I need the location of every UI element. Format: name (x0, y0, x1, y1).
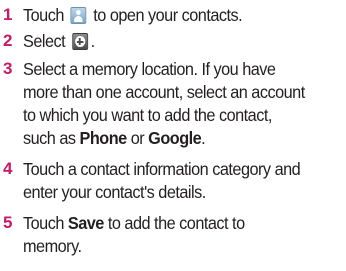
save-label: Save (67, 213, 104, 233)
step-number: 1 (3, 5, 13, 24)
step-5-line-2: memory. (23, 236, 82, 256)
step-2-text-before: Select (23, 31, 70, 51)
step-text: Select . (23, 30, 321, 53)
step-3-line-1: Select a memory location. If you have (23, 59, 276, 79)
step-5-text-after: to add the contact to (107, 213, 245, 233)
add-icon (71, 33, 88, 50)
step-3-line-3: to which you want to add the contact, (23, 105, 272, 125)
step-text: Select a memory location. If you have mo… (23, 58, 321, 150)
phone-option: Phone (79, 128, 128, 148)
step-text: Touch to open your contacts. (23, 4, 321, 27)
step-number: 4 (3, 159, 13, 178)
step-4-line-2: enter your contact's details. (23, 182, 206, 202)
step-2-text-after: . (90, 31, 96, 51)
step-5-text-before: Touch (23, 213, 64, 233)
step-1-text-before: Touch (23, 5, 68, 25)
step-text: Touch a contact information category and… (23, 158, 321, 204)
step-5-line-1: Touch Save to add the contact to (23, 212, 321, 235)
step-number: 3 (3, 59, 13, 78)
step-1-text-after: to open your contacts. (89, 5, 243, 25)
step-4-line-1: Touch a contact information category and (23, 159, 301, 179)
step-3-line-4-before: such as (23, 128, 76, 148)
step-number: 5 (3, 213, 13, 232)
contacts-icon (70, 7, 87, 24)
step-3-line-2: more than one account, select an account (23, 82, 305, 102)
step-number: 2 (3, 31, 13, 50)
step-3-line-4-after: . (201, 128, 206, 148)
step-3-line-4-mid: or (130, 128, 145, 148)
step-3-line-4: such as Phone or Google. (23, 127, 321, 150)
google-option: Google (148, 128, 202, 148)
step-text: Touch Save to add the contact to memory. (23, 212, 321, 258)
instruction-page: 1 Touch to open your contacts. 2 Select … (0, 0, 346, 271)
